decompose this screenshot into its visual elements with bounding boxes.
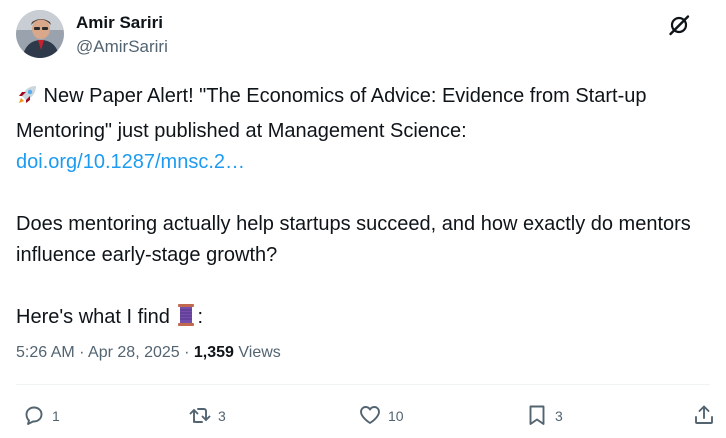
tweet-header: Amir Sariri @AmirSariri xyxy=(16,10,716,62)
like-count: 10 xyxy=(388,408,404,424)
author-name[interactable]: Amir Sariri xyxy=(76,13,163,33)
views-count: 1,359 xyxy=(193,344,234,361)
grok-icon[interactable] xyxy=(667,13,691,37)
tweet-paragraph-1-text: New Paper Alert! "The Economics of Advic… xyxy=(16,85,647,142)
tweet-paragraph-1: New Paper Alert! "The Economics of Advic… xyxy=(16,81,706,147)
tweet-paragraph-3-text: Here's what I find xyxy=(16,306,176,328)
heart-icon xyxy=(358,403,382,430)
bookmark-button[interactable]: 3 xyxy=(525,404,563,428)
bookmark-icon xyxy=(525,403,549,430)
share-icon xyxy=(692,403,716,430)
avatar[interactable] xyxy=(16,10,64,58)
tweet-text: New Paper Alert! "The Economics of Advic… xyxy=(16,81,706,337)
doi-link[interactable]: doi.org/10.1287/mnsc.2… xyxy=(16,151,245,173)
tweet-paragraph-3: Here's what I find : xyxy=(16,302,706,337)
author-handle[interactable]: @AmirSariri xyxy=(76,37,168,57)
reply-icon xyxy=(22,403,46,430)
reply-button[interactable]: 1 xyxy=(22,404,60,428)
repost-count: 3 xyxy=(218,408,226,424)
repost-button[interactable]: 3 xyxy=(188,404,226,428)
divider xyxy=(16,384,710,385)
meta-separator: · xyxy=(179,344,194,361)
like-button[interactable]: 10 xyxy=(358,404,404,428)
meta-separator: · xyxy=(74,344,89,361)
tweet-time[interactable]: 5:26 AM xyxy=(16,344,75,361)
bookmark-count: 3 xyxy=(555,408,563,424)
tweet-paragraph-2: Does mentoring actually help startups su… xyxy=(16,213,691,266)
reply-count: 1 xyxy=(52,408,60,424)
avatar-image xyxy=(16,10,64,58)
tweet-paragraph-3-suffix: : xyxy=(197,306,204,328)
tweet-meta: 5:26 AM · Apr 28, 2025 · 1,359 Views xyxy=(16,342,281,364)
rocket-icon xyxy=(16,84,38,116)
tweet-date[interactable]: Apr 28, 2025 xyxy=(88,344,180,361)
share-button[interactable] xyxy=(692,404,716,428)
thread-icon xyxy=(175,303,197,337)
repost-icon xyxy=(188,403,212,430)
views-label: Views xyxy=(233,344,281,361)
